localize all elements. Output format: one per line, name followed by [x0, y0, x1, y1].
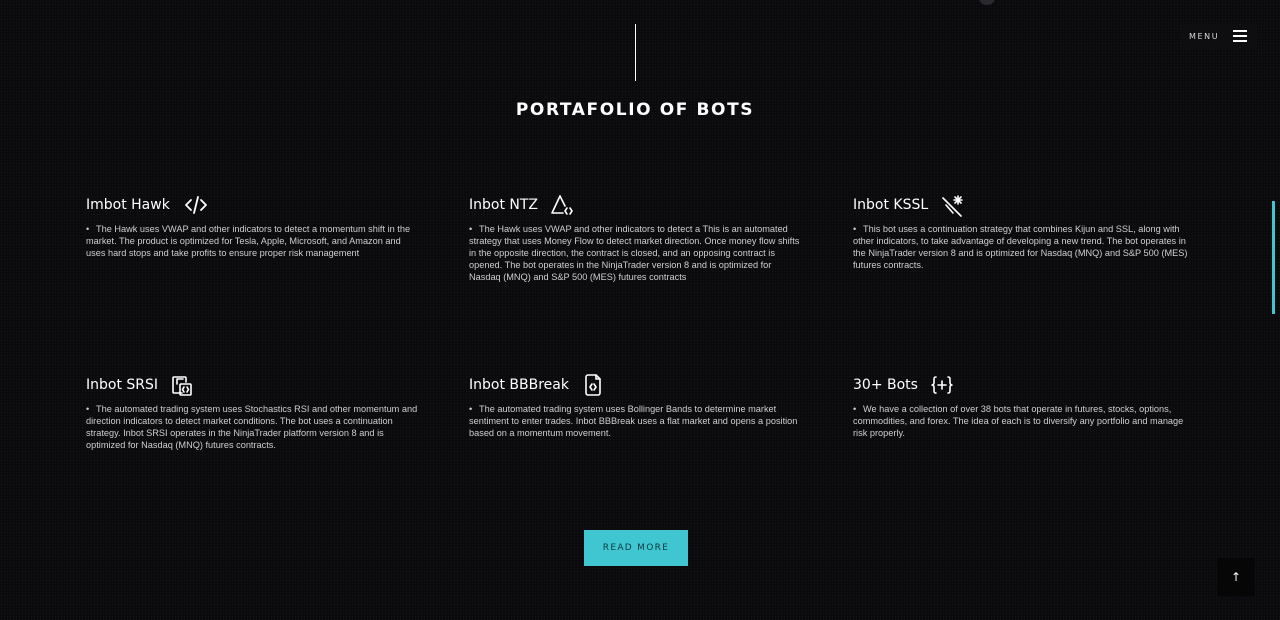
description-text: The automated trading system uses Stocha… [86, 404, 418, 450]
braces-plus-icon [930, 373, 954, 397]
bot-card-bbbreak: Inbot BBBreak • The automated trading sys… [469, 372, 804, 439]
top-indicator-dot [979, 0, 995, 5]
magic-wand-icon [940, 193, 964, 217]
bullet: • [86, 224, 90, 234]
bot-card-title: Inbot NTZ [469, 197, 539, 213]
back-to-top-button[interactable]: ↑ [1217, 558, 1255, 596]
bot-card-description: • The automated trading system uses Stoch… [86, 403, 421, 451]
file-code-icon [581, 373, 605, 397]
bot-card-title: 30+ Bots [853, 377, 918, 393]
menu-button[interactable]: MENU [1181, 24, 1257, 49]
read-more-button[interactable]: READ MORE [584, 530, 688, 566]
bullet: • [469, 404, 473, 414]
triangle-code-icon [550, 193, 574, 217]
page: MENU PORTAFOLIO OF BOTS Imbot Hawk • The … [0, 0, 1280, 620]
bot-card-30-plus: 30+ Bots • We have a collection of over 3… [853, 372, 1188, 439]
description-text: The automated trading system uses Bollin… [469, 404, 798, 438]
bot-card-srsi: Inbot SRSI • The automated trading system… [86, 372, 421, 451]
description-text: The Hawk uses VWAP and other indicators … [469, 224, 800, 282]
bot-card-title: Inbot SRSI [86, 377, 159, 393]
bot-card-description: • The Hawk uses VWAP and other indicators… [86, 223, 421, 259]
bullet: • [853, 404, 857, 414]
bot-card-description: • We have a collection of over 38 bots th… [853, 403, 1188, 439]
hamburger-icon [1233, 30, 1247, 42]
bot-card-title: Inbot KSSL [853, 197, 929, 213]
bot-card-title: Imbot Hawk [86, 197, 170, 213]
bot-card-description: • The automated trading system uses Bolli… [469, 403, 804, 439]
description-text: The Hawk uses VWAP and other indicators … [86, 224, 411, 258]
section-title: PORTAFOLIO OF BOTS [515, 100, 755, 120]
description-text: We have a collection of over 38 bots tha… [853, 404, 1184, 438]
bot-card-hawk: Imbot Hawk • The Hawk uses VWAP and other… [86, 192, 421, 259]
devices-code-icon [170, 373, 194, 397]
code-icon [184, 193, 208, 217]
bot-card-kssl: Inbot KSSL • This bot uses a continuation… [853, 192, 1188, 271]
menu-label: MENU [1189, 32, 1220, 41]
section-divider-line [635, 24, 636, 81]
bot-card-title: Inbot BBBreak [469, 377, 569, 393]
arrow-up-icon: ↑ [1230, 570, 1242, 584]
description-text: This bot uses a continuation strategy th… [853, 224, 1188, 270]
bot-card-ntz: Inbot NTZ • The Hawk uses VWAP and other … [469, 192, 804, 283]
bot-card-description: • This bot uses a continuation strategy t… [853, 223, 1188, 271]
bullet: • [469, 224, 473, 234]
bullet: • [853, 224, 857, 234]
bullet: • [86, 404, 90, 414]
scrollbar-thumb[interactable] [1272, 201, 1275, 314]
bot-card-description: • The Hawk uses VWAP and other indicators… [469, 223, 804, 283]
